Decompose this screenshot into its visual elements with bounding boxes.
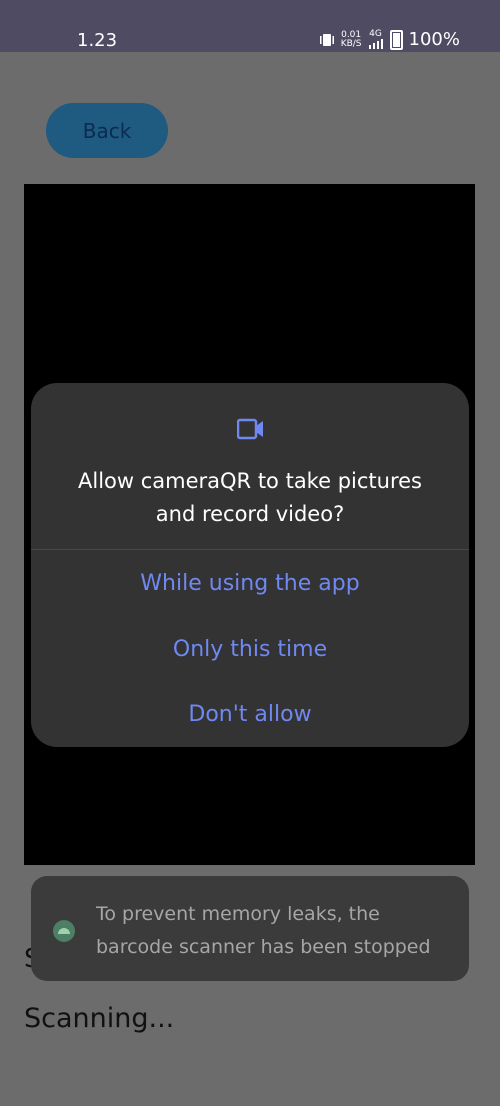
allow-only-this-time-button[interactable]: Only this time	[31, 637, 469, 662]
scanning-status: Scanning...	[24, 1003, 175, 1034]
signal-indicator: 4G	[368, 30, 384, 49]
permission-title: Allow cameraQR to take pictures and reco…	[78, 469, 422, 526]
dont-allow-button[interactable]: Don't allow	[31, 702, 469, 727]
allow-while-using-button[interactable]: While using the app	[31, 571, 469, 596]
network-type-label: 4G	[369, 29, 382, 39]
status-time: 1.23	[77, 30, 118, 51]
signal-icon	[368, 39, 383, 49]
battery-icon	[389, 29, 403, 50]
app-icon	[53, 920, 75, 942]
status-bar: 1.23 0.01 KB/S 4G 100%	[0, 0, 500, 52]
toast-message: To prevent memory leaks, the barcode sca…	[96, 903, 431, 958]
vibrate-icon	[319, 33, 334, 46]
network-speed: 0.01 KB/S	[340, 29, 362, 49]
battery-percent: 100%	[408, 29, 460, 50]
back-button[interactable]: Back	[46, 103, 168, 158]
video-camera-icon	[237, 418, 263, 440]
toast-notification: To prevent memory leaks, the barcode sca…	[31, 876, 469, 981]
permission-dialog: Allow cameraQR to take pictures and reco…	[31, 383, 469, 747]
status-indicators: 0.01 KB/S 4G 100%	[319, 29, 460, 50]
dialog-divider	[31, 549, 469, 550]
